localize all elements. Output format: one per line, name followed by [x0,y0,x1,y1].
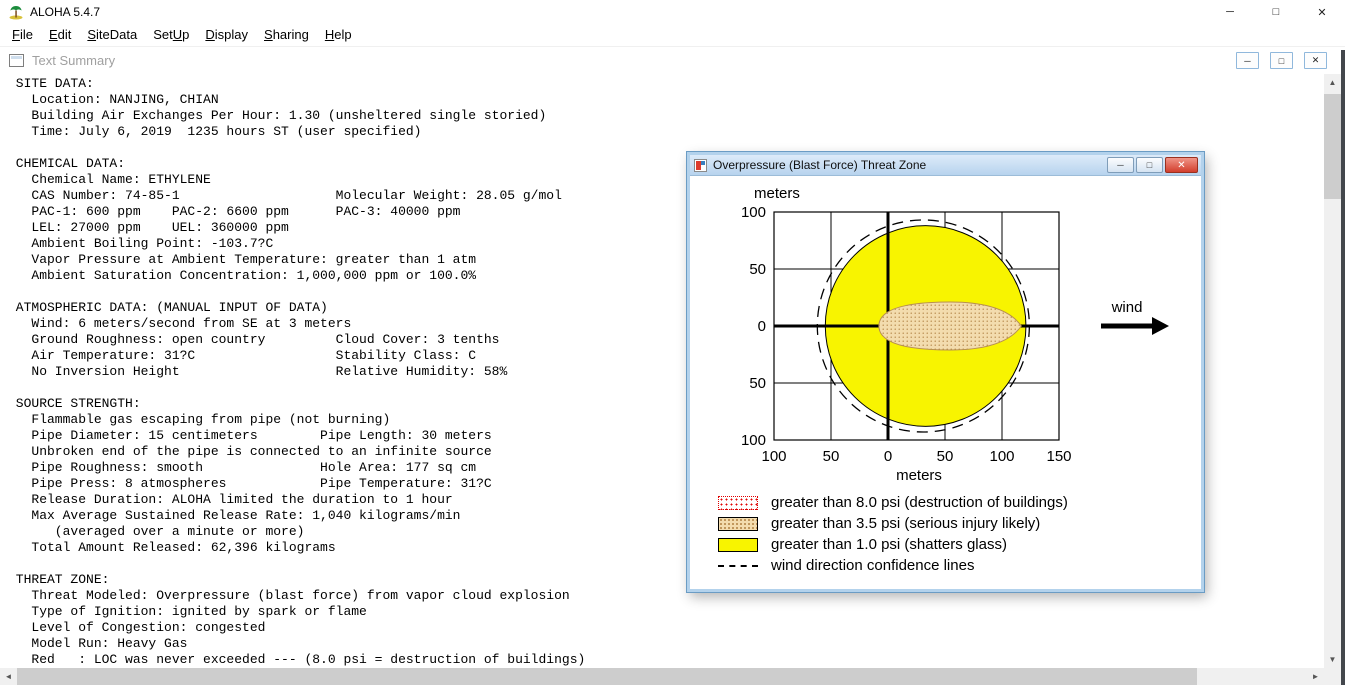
text-summary-maximize-button[interactable]: □ [1270,52,1293,69]
legend-label: greater than 1.0 psi (shatters glass) [771,536,1007,553]
svg-text:100: 100 [989,448,1014,465]
svg-text:meters: meters [754,185,800,202]
scroll-left-button[interactable]: ◄ [0,668,17,685]
legend-row: greater than 3.5 psi (serious injury lik… [718,513,1068,534]
svg-text:0: 0 [884,448,892,465]
legend-label: greater than 3.5 psi (serious injury lik… [771,515,1041,532]
minimize-button[interactable]: ─ [1207,0,1253,24]
text-summary-buttons: ─ □ ✕ [1236,52,1327,69]
menu-item-edit[interactable]: Edit [41,24,79,46]
text-summary-title: Text Summary [32,53,116,68]
svg-text:100: 100 [761,448,786,465]
threat-window-buttons: ─ □ ✕ [1107,157,1198,173]
threat-legend: greater than 8.0 psi (destruction of bui… [718,492,1068,576]
threat-maximize-button[interactable]: □ [1136,157,1163,173]
svg-text:100: 100 [741,204,766,221]
threat-zone-titlebar[interactable]: Overpressure (Blast Force) Threat Zone ─… [690,155,1201,176]
svg-text:0: 0 [758,318,766,335]
threat-close-button[interactable]: ✕ [1165,157,1198,173]
svg-text:100: 100 [741,432,766,449]
legend-row: wind direction confidence lines [718,555,1068,576]
threat-zone-body: meters 100 50 0 50 100 100 50 0 50 100 150 meters win… [690,176,1201,589]
legend-row: greater than 1.0 psi (shatters glass) [718,534,1068,555]
threat-window-icon [694,158,707,172]
scroll-up-button[interactable]: ▲ [1324,74,1341,91]
legend-swatch-yellow [718,537,758,552]
vertical-scroll-thumb[interactable] [1324,94,1341,199]
maximize-button[interactable]: □ [1253,0,1299,24]
svg-text:meters: meters [896,467,942,484]
threat-minimize-button[interactable]: ─ [1107,157,1134,173]
menu-item-display[interactable]: Display [197,24,256,46]
legend-swatch-dashed-line [718,564,758,567]
menu-item-help[interactable]: Help [317,24,360,46]
close-button[interactable]: ✕ [1299,0,1345,24]
svg-text:50: 50 [749,261,766,278]
text-summary-titlebar[interactable]: Text Summary ─ □ ✕ [0,47,1345,74]
menu-item-sitedata[interactable]: SiteData [79,24,145,46]
scrollbar-corner [1324,668,1341,685]
svg-text:150: 150 [1046,448,1071,465]
text-summary-close-button[interactable]: ✕ [1304,52,1327,69]
text-summary-minimize-button[interactable]: ─ [1236,52,1259,69]
threat-zone-window: Overpressure (Blast Force) Threat Zone ─… [686,151,1205,593]
summary-line: Building Air Exchanges Per Hour: 1.30 (u… [8,108,547,123]
menu-item-setup[interactable]: SetUp [145,24,197,46]
summary-line: SITE DATA: [8,76,94,91]
svg-text:50: 50 [749,375,766,392]
svg-text:50: 50 [937,448,954,465]
scroll-right-button[interactable]: ► [1307,668,1324,685]
summary-line: Location: NANJING, CHIAN [8,92,219,107]
summary-line: Time: July 6, 2019 1235 hours ST (user s… [8,124,422,139]
title-bar[interactable]: ALOHA 5.4.7 ─ □ ✕ [0,0,1345,24]
vertical-scrollbar[interactable]: ▲ ▼ [1324,74,1341,668]
app-title: ALOHA 5.4.7 [30,5,101,19]
threat-window-title: Overpressure (Blast Force) Threat Zone [713,158,927,172]
aloha-application-window: { "app": { "title": "ALOHA 5.4.7", "cont… [0,0,1345,685]
app-icon [8,4,24,20]
horizontal-scrollbar[interactable]: ◄ ► [0,668,1324,685]
legend-label: wind direction confidence lines [771,557,975,574]
summary-line: Level of Congestion: congested [8,620,266,635]
summary-line: Red : LOC was never exceeded --- (8.0 ps… [8,652,586,667]
scroll-down-button[interactable]: ▼ [1324,651,1341,668]
legend-swatch-tan [718,516,758,531]
legend-row: greater than 8.0 psi (destruction of bui… [718,492,1068,513]
summary-line: Model Run: Heavy Gas [8,636,188,651]
svg-text:wind: wind [1111,299,1143,316]
threat-plot: meters10050050100100 50 0 50 100 150meterswin… [741,185,1169,484]
menu-item-sharing[interactable]: Sharing [256,24,317,46]
svg-text:50: 50 [823,448,840,465]
summary-line: Type of Ignition: ignited by spark or fl… [8,604,367,619]
legend-swatch-red-dotted [718,495,758,510]
text-summary-icon [9,54,24,67]
desktop-edge [1341,50,1345,685]
caption-buttons: ─ □ ✕ [1207,0,1345,24]
horizontal-scroll-thumb[interactable] [17,668,1197,685]
menu-bar: File Edit SiteData SetUp Display Sharing Help [0,24,1345,47]
legend-label: greater than 8.0 psi (destruction of bui… [771,494,1068,511]
menu-item-file[interactable]: File [4,24,41,46]
